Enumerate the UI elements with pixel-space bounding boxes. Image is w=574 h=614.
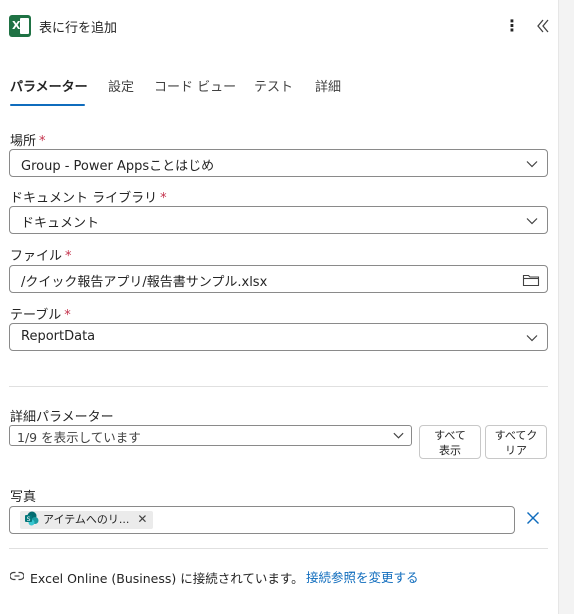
tab-details[interactable]: 詳細 [315, 76, 341, 95]
location-label: 場所 * [10, 134, 46, 149]
advanced-parameters-label: 詳細パラメーター [10, 410, 114, 425]
connection-status-text: Excel Online (Business) に接続されています。 [30, 571, 304, 586]
action-title: 表に行を追加 [39, 21, 118, 36]
location-value: Group - Power Appsことはじめ [21, 159, 215, 174]
tab-settings[interactable]: 設定 [108, 76, 134, 95]
advanced-parameters-select[interactable]: 1/9 を表示しています [9, 425, 412, 446]
change-connection-link[interactable]: 接続参照を変更する [306, 567, 419, 586]
file-label: ファイル * [10, 249, 72, 264]
sharepoint-icon: S [25, 511, 39, 525]
photo-input[interactable]: S アイテムへのリ... ✕ [9, 506, 515, 534]
scrollbar-track[interactable] [558, 0, 574, 614]
location-dropdown[interactable]: Group - Power Appsことはじめ [9, 149, 548, 177]
show-all-button[interactable]: すべて 表示 [419, 425, 481, 459]
table-value: ReportData [21, 329, 96, 344]
clear-all-button[interactable]: すべてク リア [485, 425, 547, 459]
advanced-parameters-value: 1/9 を表示しています [17, 430, 141, 445]
library-dropdown[interactable]: ドキュメント [9, 206, 548, 234]
excel-icon: X [9, 15, 31, 37]
link-icon [10, 571, 24, 581]
dynamic-content-chip[interactable]: S アイテムへのリ... ✕ [20, 511, 154, 529]
tab-test[interactable]: テスト [254, 76, 293, 95]
more-vertical-icon[interactable]: ⋮ [504, 16, 520, 36]
svg-text:S: S [27, 515, 31, 522]
photo-label: 写真 [10, 490, 37, 505]
chevron-down-icon [526, 161, 538, 168]
folder-icon[interactable] [522, 272, 540, 288]
library-value: ドキュメント [21, 216, 100, 231]
panel-header: X 表に行を追加 ⋮ [0, 0, 558, 54]
file-input[interactable]: /クイック報告アプリ/報告書サンプル.xlsx [9, 265, 548, 293]
double-chevron-left-icon[interactable] [533, 16, 553, 36]
library-label: ドキュメント ライブラリ * [10, 191, 167, 206]
chip-remove-icon[interactable]: ✕ [137, 512, 147, 526]
section-divider [9, 386, 548, 387]
chevron-down-icon [526, 335, 538, 342]
table-dropdown[interactable]: ReportData [9, 323, 548, 351]
close-icon[interactable] [524, 509, 542, 527]
table-label: テーブル * [10, 308, 71, 323]
active-tab-indicator [10, 104, 85, 106]
section-divider [9, 548, 548, 549]
chevron-down-icon [393, 432, 404, 439]
tab-code-view[interactable]: コード ビュー [154, 76, 236, 95]
file-value: /クイック報告アプリ/報告書サンプル.xlsx [21, 275, 268, 290]
chevron-down-icon [526, 218, 538, 225]
tab-parameters[interactable]: パラメーター [10, 76, 88, 95]
